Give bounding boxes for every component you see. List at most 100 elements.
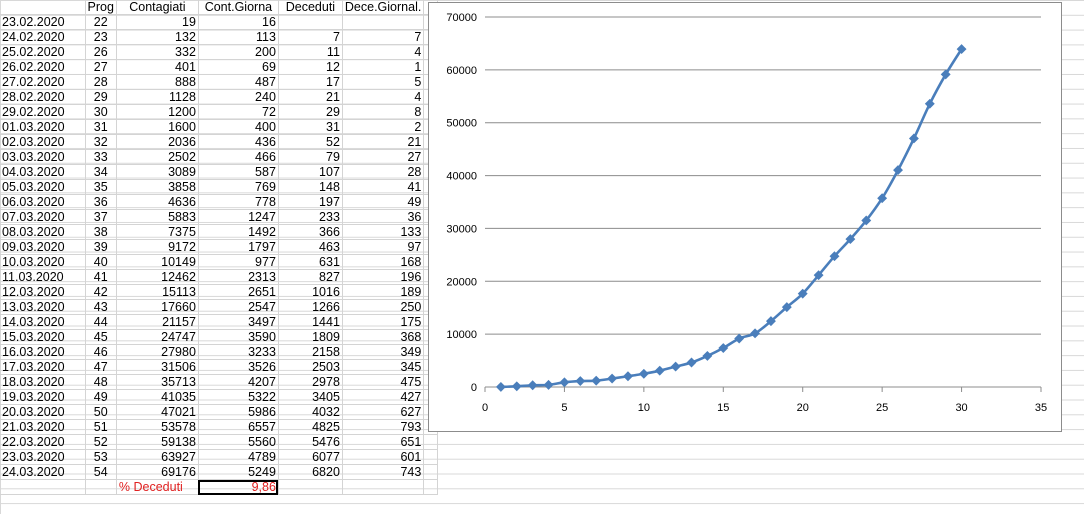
cell-contagiati[interactable]: 35713 xyxy=(116,374,199,391)
cell-date[interactable]: 26.02.2020 xyxy=(0,59,86,76)
cell-dece-giornal[interactable]: 175 xyxy=(342,314,425,331)
cell-date[interactable]: 01.03.2020 xyxy=(0,119,86,136)
cell-date[interactable]: 05.03.2020 xyxy=(0,179,86,196)
cell-dece-giornal[interactable]: 8 xyxy=(342,104,425,121)
empty-cell[interactable] xyxy=(423,464,439,481)
cell-cont-giorna[interactable]: 2651 xyxy=(198,284,279,301)
chart-area[interactable]: 0 10000 20000 30000 40000 50000 60000 70000 0 5 1… xyxy=(428,2,1062,432)
cell-deceduti[interactable]: 6077 xyxy=(278,449,343,466)
header-cont-giorna[interactable]: Cont.Giorna xyxy=(198,0,279,16)
cell-deceduti[interactable]: 1809 xyxy=(278,329,343,346)
empty-cell[interactable] xyxy=(0,479,86,496)
cell-cont-giorna[interactable]: 5560 xyxy=(198,434,279,451)
cell-deceduti[interactable] xyxy=(278,14,343,31)
cell-cont-giorna[interactable]: 487 xyxy=(198,74,279,91)
cell-dece-giornal[interactable]: 601 xyxy=(342,449,425,466)
cell-deceduti[interactable]: 1266 xyxy=(278,299,343,316)
cell-prog[interactable]: 44 xyxy=(85,314,117,331)
cell-dece-giornal[interactable]: 4 xyxy=(342,44,425,61)
cell-deceduti[interactable]: 5476 xyxy=(278,434,343,451)
cell-dece-giornal[interactable]: 133 xyxy=(342,224,425,241)
cell-contagiati[interactable]: 9172 xyxy=(116,239,199,256)
cell-prog[interactable]: 51 xyxy=(85,419,117,436)
cell-cont-giorna[interactable]: 769 xyxy=(198,179,279,196)
cell-prog[interactable]: 29 xyxy=(85,89,117,106)
cell-deceduti[interactable]: 6820 xyxy=(278,464,343,481)
cell-deceduti[interactable]: 1016 xyxy=(278,284,343,301)
cell-dece-giornal[interactable]: 21 xyxy=(342,134,425,151)
header-prog[interactable]: Prog xyxy=(85,0,117,16)
cell-prog[interactable]: 32 xyxy=(85,134,117,151)
header-contagiati[interactable]: Contagiati xyxy=(116,0,199,16)
cell-prog[interactable]: 36 xyxy=(85,194,117,211)
cell-cont-giorna[interactable]: 72 xyxy=(198,104,279,121)
cell-cont-giorna[interactable]: 200 xyxy=(198,44,279,61)
cell-deceduti[interactable]: 11 xyxy=(278,44,343,61)
cell-contagiati[interactable]: 888 xyxy=(116,74,199,91)
cell-deceduti[interactable]: 12 xyxy=(278,59,343,76)
cell-contagiati[interactable]: 41035 xyxy=(116,389,199,406)
cell-contagiati[interactable]: 5883 xyxy=(116,209,199,226)
cell-deceduti[interactable]: 233 xyxy=(278,209,343,226)
cell-deceduti[interactable]: 148 xyxy=(278,179,343,196)
cell-deceduti[interactable]: 2503 xyxy=(278,359,343,376)
cell-dece-giornal[interactable]: 196 xyxy=(342,269,425,286)
cell-dece-giornal[interactable]: 345 xyxy=(342,359,425,376)
cell-dece-giornal[interactable]: 1 xyxy=(342,59,425,76)
cell-contagiati[interactable]: 7375 xyxy=(116,224,199,241)
cell-deceduti[interactable]: 2978 xyxy=(278,374,343,391)
cell-prog[interactable]: 47 xyxy=(85,359,117,376)
cell-date[interactable]: 09.03.2020 xyxy=(0,239,86,256)
header-dece-giornal[interactable]: Dece.Giornal. xyxy=(342,0,425,16)
cell-dece-giornal[interactable]: 7 xyxy=(342,29,425,46)
cell-prog[interactable]: 45 xyxy=(85,329,117,346)
cell-contagiati[interactable]: 21157 xyxy=(116,314,199,331)
cell-date[interactable]: 20.03.2020 xyxy=(0,404,86,421)
cell-dece-giornal[interactable]: 189 xyxy=(342,284,425,301)
data-table[interactable]: Prog Contagiati Cont.Giorna Deceduti Dece.Gi… xyxy=(0,0,439,496)
cell-deceduti[interactable]: 631 xyxy=(278,254,343,271)
cell-date[interactable]: 23.02.2020 xyxy=(0,14,86,31)
cell-deceduti[interactable]: 4032 xyxy=(278,404,343,421)
cell-contagiati[interactable]: 2036 xyxy=(116,134,199,151)
cell-contagiati[interactable]: 24747 xyxy=(116,329,199,346)
cell-cont-giorna[interactable]: 4789 xyxy=(198,449,279,466)
cell-dece-giornal[interactable]: 743 xyxy=(342,464,425,481)
cell-prog[interactable]: 22 xyxy=(85,14,117,31)
cell-date[interactable]: 21.03.2020 xyxy=(0,419,86,436)
percent-deceased-value[interactable]: 9,86 xyxy=(198,479,279,496)
cell-contagiati[interactable]: 19 xyxy=(116,14,199,31)
cell-prog[interactable]: 39 xyxy=(85,239,117,256)
cell-dece-giornal[interactable]: 250 xyxy=(342,299,425,316)
cell-dece-giornal[interactable]: 475 xyxy=(342,374,425,391)
cell-dece-giornal[interactable]: 349 xyxy=(342,344,425,361)
cell-date[interactable]: 28.02.2020 xyxy=(0,89,86,106)
cell-deceduti[interactable]: 3405 xyxy=(278,389,343,406)
cell-cont-giorna[interactable]: 5986 xyxy=(198,404,279,421)
cell-cont-giorna[interactable]: 5322 xyxy=(198,389,279,406)
cell-cont-giorna[interactable]: 6557 xyxy=(198,419,279,436)
cell-prog[interactable]: 38 xyxy=(85,224,117,241)
cell-date[interactable]: 11.03.2020 xyxy=(0,269,86,286)
cell-prog[interactable]: 46 xyxy=(85,344,117,361)
cell-contagiati[interactable]: 332 xyxy=(116,44,199,61)
cell-cont-giorna[interactable]: 4207 xyxy=(198,374,279,391)
empty-cell[interactable] xyxy=(423,479,439,496)
cell-contagiati[interactable]: 69176 xyxy=(116,464,199,481)
cell-prog[interactable]: 33 xyxy=(85,149,117,166)
cell-contagiati[interactable]: 31506 xyxy=(116,359,199,376)
cell-prog[interactable]: 35 xyxy=(85,179,117,196)
header-date[interactable] xyxy=(0,0,86,16)
percent-deceased-label[interactable]: % Deceduti xyxy=(116,479,199,496)
cell-cont-giorna[interactable]: 400 xyxy=(198,119,279,136)
cell-date[interactable]: 27.02.2020 xyxy=(0,74,86,91)
cell-dece-giornal[interactable]: 5 xyxy=(342,74,425,91)
cell-prog[interactable]: 41 xyxy=(85,269,117,286)
cell-date[interactable]: 15.03.2020 xyxy=(0,329,86,346)
cell-dece-giornal[interactable]: 627 xyxy=(342,404,425,421)
cell-contagiati[interactable]: 401 xyxy=(116,59,199,76)
cell-cont-giorna[interactable]: 977 xyxy=(198,254,279,271)
cell-date[interactable]: 18.03.2020 xyxy=(0,374,86,391)
cell-deceduti[interactable]: 17 xyxy=(278,74,343,91)
cell-prog[interactable]: 34 xyxy=(85,164,117,181)
